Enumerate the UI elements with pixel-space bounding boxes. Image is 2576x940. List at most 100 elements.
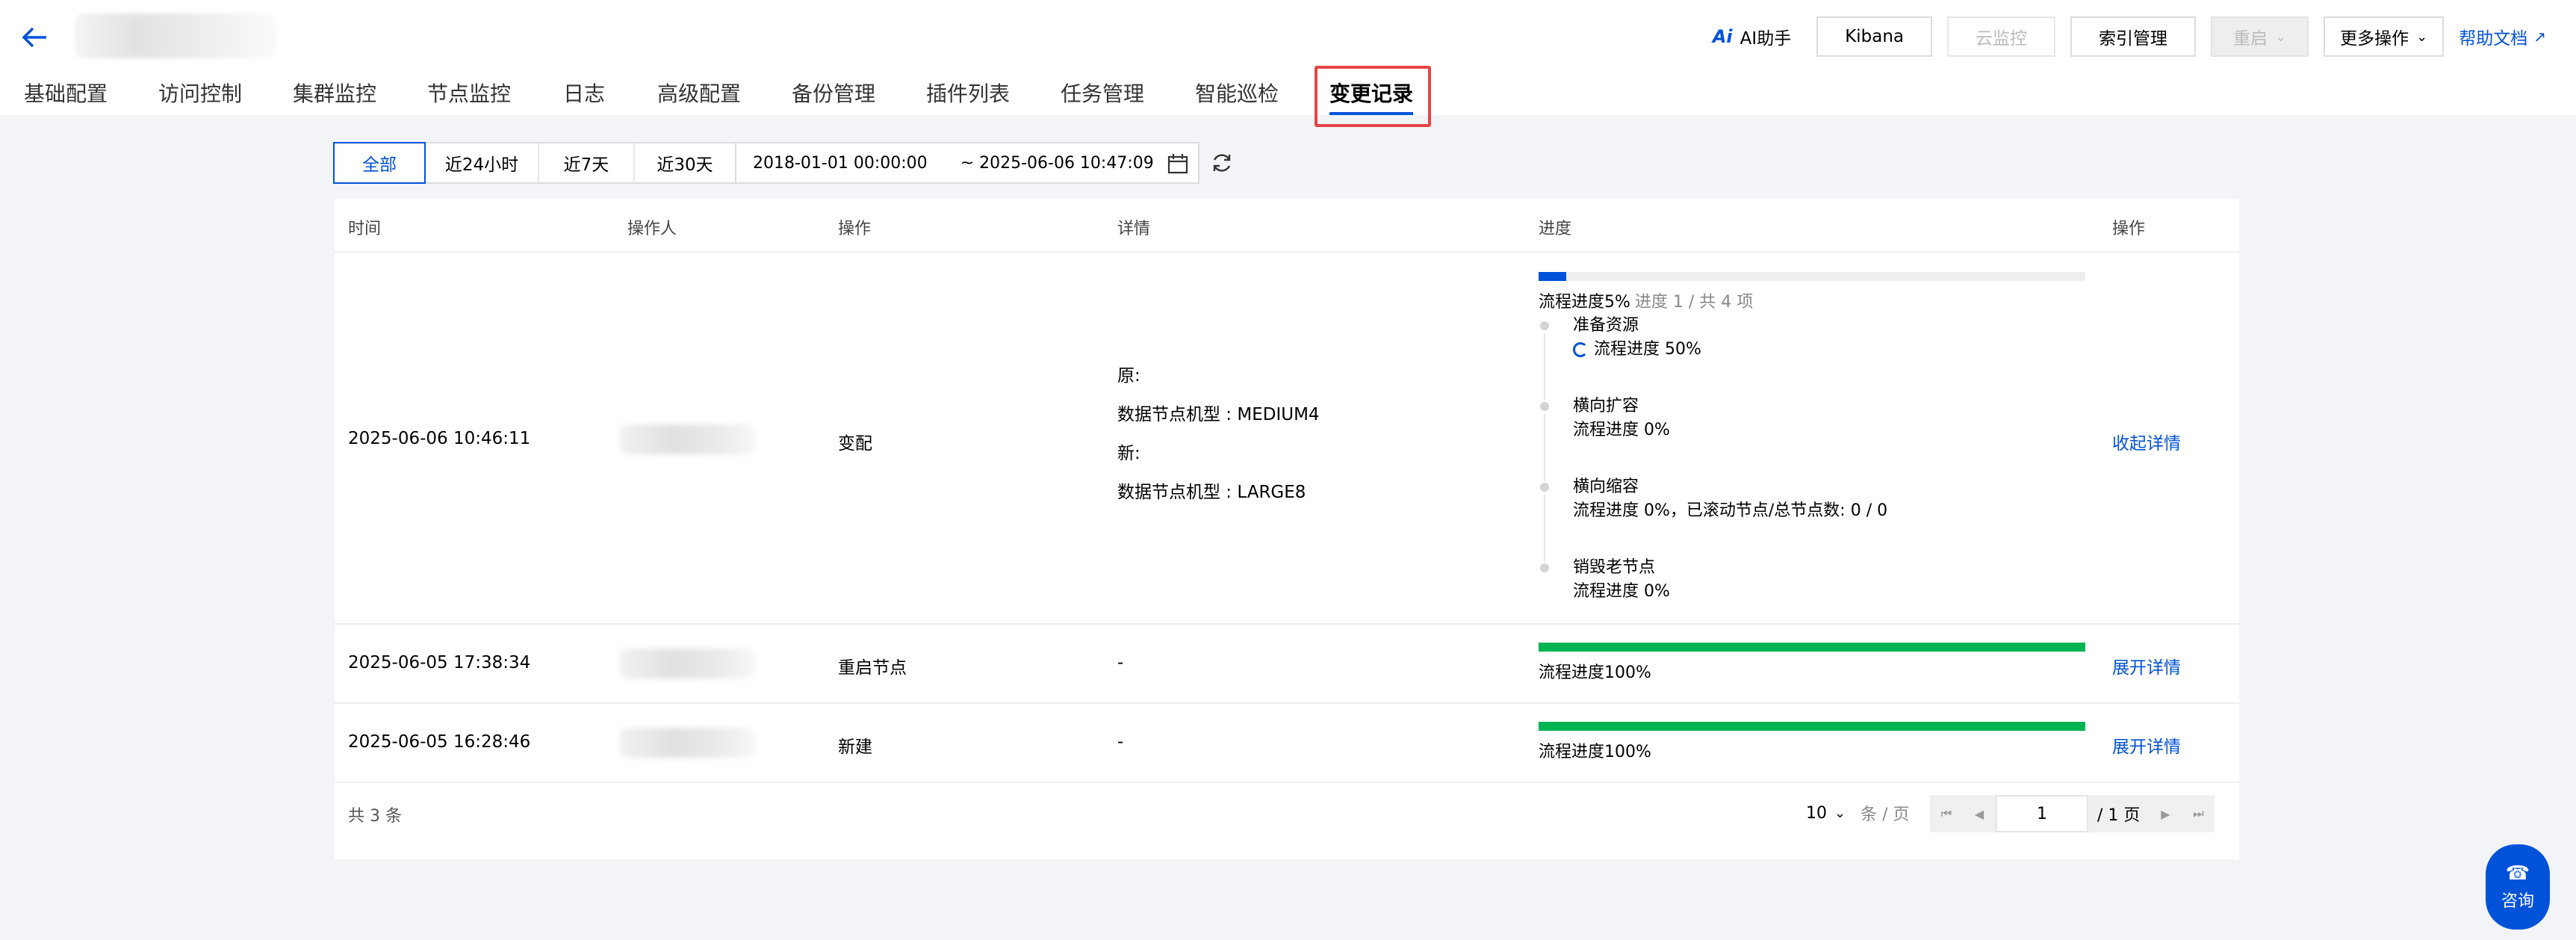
- index-management-button[interactable]: 索引管理: [2070, 16, 2197, 57]
- restart-label: 重启: [2233, 29, 2268, 49]
- tab-task-management[interactable]: 任务管理: [1061, 69, 1144, 108]
- table-row: 2025-06-06 10:46:11 变配 原: 数据节点机型 : MEDIU…: [335, 253, 2239, 625]
- date-end: ~ 2025-06-06 10:47:09: [960, 153, 1154, 173]
- time-range-segment: 全部 近24小时 近7天 近30天: [333, 142, 736, 184]
- first-page-icon[interactable]: ⏮: [1930, 795, 1963, 832]
- tab-highlight-box: [1315, 66, 1431, 127]
- col-operations: 操作: [2112, 220, 2146, 238]
- prev-page-icon[interactable]: ◀: [1963, 795, 1996, 832]
- tab-node-monitor[interactable]: 节点监控: [427, 69, 511, 108]
- page-size-unit: 条 / 页: [1860, 806, 1910, 824]
- detail-line: 数据节点机型 : LARGE8: [1117, 483, 1306, 502]
- expand-details-link[interactable]: 展开详情: [2112, 732, 2181, 758]
- progress-bar: [1539, 722, 2085, 731]
- step-status: 流程进度 0%: [1573, 421, 1670, 439]
- date-range-picker[interactable]: 2018-01-01 00:00:00 ~ 2025-06-06 10:47:0…: [736, 142, 1199, 184]
- ai-assistant-button[interactable]: Ai AI助手: [1713, 24, 1791, 49]
- calendar-icon[interactable]: [1167, 152, 1189, 175]
- progress-fill: [1539, 722, 2085, 731]
- progress-step: 准备资源 流程进度 50%: [1540, 314, 1887, 401]
- back-arrow-icon[interactable]: [19, 24, 49, 51]
- external-link-icon: ↗: [2533, 28, 2546, 46]
- range-all[interactable]: 全部: [333, 142, 426, 184]
- range-30d[interactable]: 近30天: [635, 143, 735, 182]
- chevron-down-icon: ⌄: [1834, 805, 1846, 821]
- row-action: 重启节点: [838, 658, 907, 678]
- progress-fill: [1539, 643, 2085, 652]
- ai-assistant-label: AI助手: [1739, 29, 1792, 49]
- tab-logs[interactable]: 日志: [563, 69, 605, 108]
- step-title: 准备资源: [1573, 316, 1639, 335]
- progress-sub-label: 进度 1 / 共 4 项: [1634, 293, 1754, 312]
- loading-spinner-icon: [1573, 342, 1588, 357]
- kibana-button[interactable]: Kibana: [1816, 16, 1933, 57]
- step-status: 流程进度 0%: [1573, 582, 1670, 601]
- table-row: 2025-06-05 16:28:46 新建 - 流程进度100% 展开详情: [335, 704, 2239, 783]
- consult-label: 咨询: [2501, 892, 2534, 911]
- step-dot: [1540, 321, 1549, 330]
- filter-bar: 全部 近24小时 近7天 近30天 2018-01-01 00:00:00 ~ …: [333, 142, 1235, 184]
- step-title: 横向缩容: [1573, 477, 1639, 496]
- row-details: 原: 数据节点机型 : MEDIUM4 新: 数据节点机型 : LARGE8: [1117, 366, 1320, 522]
- tab-access-control[interactable]: 访问控制: [158, 69, 242, 108]
- page-size-select[interactable]: 10 ⌄ 条 / 页: [1806, 801, 1910, 825]
- row-details: -: [1117, 653, 1124, 672]
- tab-cluster-monitor[interactable]: 集群监控: [293, 69, 376, 108]
- progress-bar: [1539, 643, 2085, 652]
- detail-line: 原:: [1117, 366, 1140, 386]
- step-status: 流程进度 50%: [1573, 338, 1887, 362]
- page-number-input[interactable]: 1: [1996, 795, 2088, 832]
- progress-step: 横向缩容 流程进度 0%，已滚动节点/总节点数: 0 / 0: [1540, 475, 1888, 562]
- table-header: 时间 操作人 操作 详情 进度 操作: [335, 199, 2239, 253]
- progress-steps: 准备资源 流程进度 50% 横向扩容 流程进度 0% 横向缩容 流程进度 0%，…: [1540, 314, 1887, 637]
- help-docs-link[interactable]: 帮助文档 ↗: [2459, 24, 2546, 49]
- pagination: ⏮ ◀ 1 / 1 页 ▶ ⏭: [1930, 795, 2215, 832]
- progress-label: 流程进度100%: [1539, 743, 1651, 761]
- cloud-monitor-button[interactable]: 云监控: [1947, 16, 2056, 57]
- total-pages: / 1 页: [2088, 795, 2150, 832]
- range-7d[interactable]: 近7天: [539, 143, 635, 182]
- tab-smart-inspection[interactable]: 智能巡检: [1195, 69, 1279, 108]
- step-title: 销毁老节点: [1573, 558, 1656, 577]
- row-action: 变配: [838, 434, 872, 454]
- row-time: 2025-06-05 17:38:34: [348, 653, 531, 672]
- tab-plugin-list[interactable]: 插件列表: [926, 69, 1010, 108]
- progress-label: 流程进度5% 进度 1 / 共 4 项: [1539, 293, 1754, 312]
- consult-button[interactable]: ☎ 咨询: [2486, 844, 2550, 930]
- next-page-icon[interactable]: ▶: [2149, 795, 2182, 832]
- progress-fill: [1539, 272, 1566, 281]
- chevron-down-icon: ⌄: [2416, 28, 2428, 45]
- col-time: 时间: [348, 220, 382, 238]
- progress-label: 流程进度100%: [1539, 664, 1651, 682]
- top-bar: Ai AI助手 Kibana 云监控 索引管理 重启 ⌄ 更多操作 ⌄ 帮助文档…: [0, 0, 2576, 115]
- progress-bar: [1539, 272, 2085, 281]
- step-dot: [1540, 563, 1549, 572]
- step-status: 流程进度 0%，已滚动节点/总节点数: 0 / 0: [1573, 501, 1888, 520]
- col-details: 详情: [1117, 220, 1151, 238]
- tab-basic-config[interactable]: 基础配置: [24, 69, 108, 108]
- restart-dropdown[interactable]: 重启 ⌄: [2211, 16, 2309, 57]
- chevron-down-icon: ⌄: [2275, 28, 2287, 45]
- collapse-details-link[interactable]: 收起详情: [2112, 429, 2181, 454]
- refresh-icon[interactable]: [1210, 142, 1235, 184]
- step-dot: [1540, 402, 1549, 411]
- more-actions-dropdown[interactable]: 更多操作 ⌄: [2324, 16, 2445, 57]
- tab-backup-management[interactable]: 备份管理: [792, 69, 875, 108]
- change-records-table: 时间 操作人 操作 详情 进度 操作 2025-06-06 10:46:11 变…: [335, 199, 2239, 859]
- step-dot: [1540, 483, 1549, 492]
- row-details: -: [1117, 732, 1124, 752]
- tab-advanced-config[interactable]: 高级配置: [657, 69, 741, 108]
- more-actions-label: 更多操作: [2340, 29, 2409, 49]
- col-operator: 操作人: [627, 220, 677, 238]
- operator-redacted: [620, 649, 754, 678]
- headset-icon: ☎: [2505, 862, 2530, 885]
- table-row: 2025-06-05 17:38:34 重启节点 - 流程进度100% 展开详情: [335, 625, 2239, 704]
- progress-step: 横向扩容 流程进度 0%: [1540, 395, 1887, 481]
- step-title: 横向扩容: [1573, 397, 1639, 415]
- col-progress: 进度: [1539, 220, 1572, 238]
- help-docs-label: 帮助文档: [2459, 29, 2528, 49]
- expand-details-link[interactable]: 展开详情: [2112, 653, 2181, 678]
- range-24h[interactable]: 近24小时: [426, 143, 539, 182]
- row-action: 新建: [838, 738, 872, 757]
- last-page-icon[interactable]: ⏭: [2182, 795, 2215, 832]
